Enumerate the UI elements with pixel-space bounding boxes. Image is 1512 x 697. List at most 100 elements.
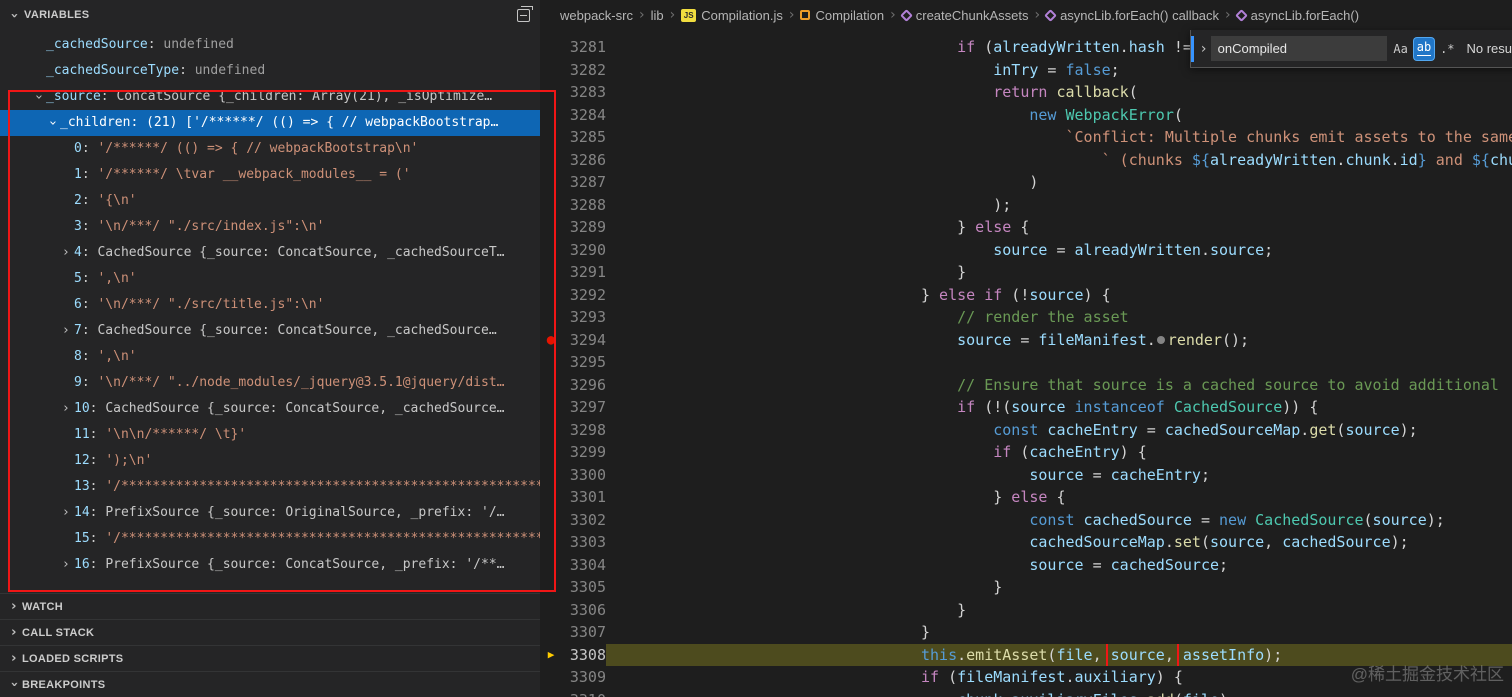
breadcrumb-item[interactable]: asyncLib.forEach() callback [1044,8,1219,23]
sidebar-section-breakpoints[interactable]: › BREAKPOINTS [0,671,540,697]
glyph-margin[interactable] [540,509,562,532]
glyph-margin[interactable] [540,396,562,419]
glyph-margin[interactable] [540,531,562,554]
find-input[interactable]: onCompiled [1210,36,1388,61]
code-text[interactable]: const cacheEntry = cachedSourceMap.get(s… [606,419,1512,442]
variable-row[interactable]: 13: '/**********************************… [0,474,540,500]
chevron-right-icon[interactable]: › [58,500,74,526]
glyph-margin[interactable] [540,239,562,262]
variable-row[interactable]: ›_source: ConcatSource {_children: Array… [0,84,540,110]
chevron-down-icon[interactable]: › [7,7,22,23]
glyph-margin[interactable] [540,284,562,307]
code-text[interactable]: source = fileManifest. render(); [606,329,1512,352]
breadcrumb-item[interactable]: lib [651,8,664,23]
variable-row[interactable]: 9: '\n/***/ "../node_modules/_jquery@3.5… [0,370,540,396]
variable-row[interactable]: 2: '{\n' [0,188,540,214]
breadcrumb-item[interactable]: Compilation [800,8,884,23]
code-text[interactable]: source = alreadyWritten.source; [606,239,1512,262]
code-text[interactable]: const cachedSource = new CachedSource(so… [606,509,1512,532]
code-text[interactable]: } else if (!source) { [606,284,1512,307]
code-text[interactable]: return callback( [606,81,1512,104]
code-text[interactable]: source = cachedSource; [606,554,1512,577]
glyph-margin[interactable] [540,351,562,374]
glyph-margin[interactable] [540,689,562,697]
glyph-margin[interactable] [540,666,562,689]
glyph-margin[interactable] [540,576,562,599]
glyph-margin[interactable] [540,59,562,82]
code-text[interactable] [606,351,1512,374]
glyph-margin[interactable] [540,621,562,644]
glyph-margin[interactable] [540,441,562,464]
debug-current-line-arrow-icon[interactable]: ▶ [540,644,562,667]
variable-row[interactable]: 3: '\n/***/ "./src/index.js":\n' [0,214,540,240]
glyph-margin[interactable] [540,216,562,239]
chevron-right-icon[interactable]: › [58,240,74,266]
glyph-margin[interactable] [540,261,562,284]
code-text[interactable]: ` (chunks ${alreadyWritten.chunk.id} and… [606,149,1512,172]
whole-word-button[interactable]: ab [1413,37,1435,60]
glyph-margin[interactable] [540,486,562,509]
chevron-right-icon[interactable]: › [58,318,74,344]
variable-row[interactable]: 12: ');\n' [0,448,540,474]
variable-row[interactable]: 15: '/**********************************… [0,526,540,552]
code-text[interactable]: source = cacheEntry; [606,464,1512,487]
glyph-margin[interactable] [540,194,562,217]
chevron-right-icon[interactable]: › [58,552,74,578]
variable-row[interactable]: 8: ',\n' [0,344,540,370]
glyph-margin[interactable] [540,171,562,194]
code-text[interactable]: // render the asset [606,306,1512,329]
code-text[interactable]: if (!(source instanceof CachedSource)) { [606,396,1512,419]
sidebar-section-loaded-scripts[interactable]: › LOADED SCRIPTS [0,645,540,671]
variable-row[interactable]: ›_children: (21) ['/******/ (() => { // … [0,110,540,136]
code-text[interactable]: new WebpackError( [606,104,1512,127]
glyph-margin[interactable] [540,126,562,149]
code-text[interactable]: if (cacheEntry) { [606,441,1512,464]
sidebar-section-call-stack[interactable]: › CALL STACK [0,619,540,645]
breadcrumb-item[interactable]: createChunkAssets [899,8,1028,23]
chevron-down-icon[interactable]: › [25,89,51,105]
glyph-margin[interactable] [540,554,562,577]
variable-row[interactable]: › 16: PrefixSource {_source: ConcatSource… [0,552,540,578]
code-text[interactable]: } [606,621,1512,644]
code-text[interactable]: } [606,599,1512,622]
variable-row[interactable]: › 4: CachedSource {_source: ConcatSource,… [0,240,540,266]
variable-row[interactable]: 1: '/******/ \tvar __webpack_modules__ =… [0,162,540,188]
code-text[interactable]: cachedSourceMap.set(source, cachedSource… [606,531,1512,554]
code-text[interactable]: `Conflict: Multiple chunks emit assets t… [606,126,1512,149]
chevron-down-icon[interactable]: › [39,115,65,131]
variable-row[interactable]: _cachedSource: undefined [0,32,540,58]
variable-row[interactable]: 11: '\n\n/******/ \t}' [0,422,540,448]
variable-row[interactable]: 6: '\n/***/ "./src/title.js":\n' [0,292,540,318]
glyph-margin[interactable] [540,306,562,329]
glyph-margin[interactable] [540,599,562,622]
match-case-button[interactable]: Aa [1390,38,1410,60]
glyph-margin[interactable] [540,149,562,172]
glyph-margin[interactable] [540,36,562,59]
variable-row[interactable]: 0: '/******/ (() => { // webpackBootstra… [0,136,540,162]
code-text[interactable]: ) [606,171,1512,194]
collapse-all-icon[interactable] [517,5,533,22]
glyph-margin[interactable] [540,419,562,442]
variable-row[interactable]: › 14: PrefixSource {_source: OriginalSour… [0,500,540,526]
code-text[interactable]: } else { [606,216,1512,239]
find-widget-sash[interactable] [1191,35,1194,62]
breadcrumb-item[interactable]: asyncLib.forEach() [1234,8,1359,23]
glyph-margin[interactable] [540,104,562,127]
glyph-margin[interactable] [540,374,562,397]
sidebar-section-watch[interactable]: › WATCH [0,593,540,619]
breakpoint-icon[interactable]: ● [540,329,562,352]
glyph-margin[interactable] [540,81,562,104]
variable-row[interactable]: › 7: CachedSource {_source: ConcatSource,… [0,318,540,344]
code-text[interactable]: chunk.auxiliaryFiles.add(file); [606,689,1512,697]
chevron-right-icon[interactable]: › [58,396,74,422]
code-text[interactable]: } else { [606,486,1512,509]
variables-header[interactable]: › VARIABLES [0,0,540,30]
code-text[interactable]: } [606,576,1512,599]
breadcrumb-item[interactable]: webpack-src [560,8,633,23]
code-text[interactable]: // Ensure that source is a cached source… [606,374,1512,397]
variable-row[interactable]: › 10: CachedSource {_source: ConcatSource… [0,396,540,422]
variable-row[interactable]: 5: ',\n' [0,266,540,292]
code-text[interactable]: } [606,261,1512,284]
glyph-margin[interactable] [540,464,562,487]
regex-button[interactable]: .* [1437,38,1457,60]
